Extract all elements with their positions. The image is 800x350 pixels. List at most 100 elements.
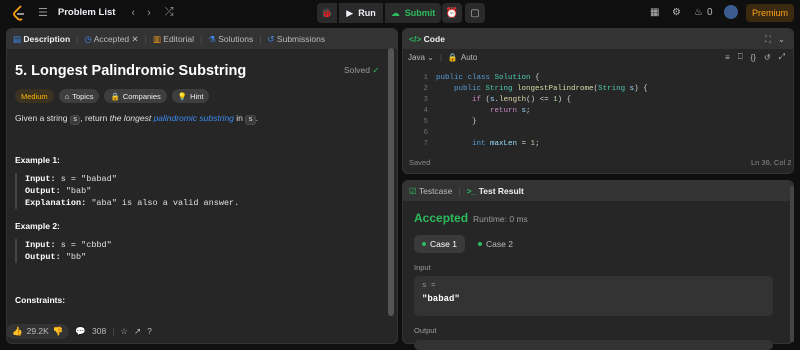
output-key: Output:	[25, 252, 61, 262]
lock-icon: 🔒	[110, 91, 120, 101]
help-icon[interactable]: ?	[147, 326, 152, 336]
reset-icon[interactable]: ↺	[764, 53, 771, 62]
input-key: Input:	[25, 174, 56, 184]
example-row: Output: "bab"	[25, 185, 397, 197]
shuffle-icon[interactable]: ⤮	[165, 6, 174, 19]
expand-icon[interactable]: ⤢	[779, 52, 785, 62]
gear-icon[interactable]: ⚙	[672, 7, 681, 18]
debug-button[interactable]: 🐞	[317, 3, 337, 23]
statement-text: , return	[80, 113, 110, 123]
language-select[interactable]: Java ⌄	[408, 53, 434, 62]
tab-code[interactable]: </> Code	[409, 34, 445, 44]
star-icon[interactable]: ☆	[120, 326, 128, 337]
inline-code: s	[69, 115, 81, 125]
check-circle-icon: ✓	[372, 65, 380, 75]
difficulty-badge: Medium	[15, 89, 54, 103]
param-name: s =	[422, 282, 436, 290]
code-line: int maxLen = 1;	[436, 140, 540, 148]
tab-editorial[interactable]: ▥ Editorial	[153, 34, 194, 45]
param-value: "babad"	[422, 294, 460, 304]
collapse-icon[interactable]: ⌄	[778, 34, 785, 45]
hint-tag[interactable]: 💡 Hint	[171, 89, 210, 103]
example-row: Explanation: "aba" is also a valid answe…	[25, 197, 397, 209]
tab-testcase-label: Testcase	[418, 185, 453, 196]
cursor-position: Ln 36, Col 2	[751, 158, 792, 167]
input-value-box: s = "babad"	[414, 276, 773, 316]
output-key: Output:	[25, 186, 61, 196]
input-label: Input	[414, 263, 431, 272]
pass-dot-icon	[422, 242, 426, 246]
description-tabs: ▤ Description | ◷ Accepted ✕ | ▥ Editori…	[7, 29, 397, 49]
braces-icon[interactable]: {}	[751, 53, 756, 62]
case-2-tab[interactable]: Case 2	[470, 235, 521, 253]
leetcode-logo-icon[interactable]	[12, 5, 26, 21]
alarm-icon[interactable]: ⏰	[442, 3, 462, 23]
palindromic-substring-link[interactable]: palindromic substring	[154, 113, 234, 123]
problem-list-nav[interactable]: ☰ Problem List ‹ › ⤮	[38, 6, 174, 19]
chevron-down-icon: ⌄	[427, 52, 434, 62]
input-value: s = "cbbd"	[55, 240, 112, 250]
statement-text: Given a string	[15, 113, 70, 123]
submit-button[interactable]: ☁ Submit	[385, 3, 441, 23]
result-tabs: ☑ Testcase | >_ Test Result	[403, 181, 793, 201]
close-icon[interactable]: ✕	[132, 34, 139, 44]
tab-solutions[interactable]: ⚗ Solutions	[208, 34, 253, 45]
tab-description[interactable]: ▤ Description	[13, 34, 70, 45]
statement-emphasis: the longest	[109, 113, 154, 123]
statement-text: in	[233, 113, 246, 123]
case-2-label: Case 2	[486, 239, 513, 249]
example-row: Input: s = "cbbd"	[25, 239, 397, 251]
result-scrollbar[interactable]	[790, 186, 794, 342]
companies-tag[interactable]: 🔒 Companies	[104, 89, 167, 103]
thumbs-up-icon[interactable]: 👍	[12, 326, 23, 337]
tab-testcase[interactable]: ☑ Testcase	[409, 186, 452, 197]
prev-problem-icon[interactable]: ‹	[131, 7, 135, 19]
premium-button[interactable]: Premium	[746, 4, 794, 22]
case-1-label: Case 1	[430, 239, 457, 249]
format-icon[interactable]: ≡	[725, 53, 730, 62]
streak-fire-icon[interactable]: ♨	[694, 7, 703, 18]
example-1: Input: s = "babad" Output: "bab" Explana…	[15, 173, 397, 209]
tab-accepted[interactable]: ◷ Accepted ✕	[84, 34, 138, 45]
next-problem-icon[interactable]: ›	[147, 7, 151, 19]
example-2-heading: Example 2:	[15, 221, 60, 231]
terminal-icon: >_	[466, 186, 477, 196]
bookmark-icon[interactable]: ⎕	[738, 52, 743, 62]
play-icon: ▶	[346, 7, 354, 18]
solved-label: Solved	[344, 65, 370, 75]
save-status: Saved	[409, 158, 431, 167]
document-icon: ▤	[13, 33, 22, 44]
run-button[interactable]: ▶ Run	[339, 3, 383, 23]
topics-tag[interactable]: ⌂ Topics	[58, 89, 100, 103]
pass-dot-icon	[478, 242, 482, 246]
autocomplete-mode[interactable]: Auto	[461, 53, 477, 62]
tab-accepted-label: Accepted	[93, 33, 130, 44]
example-row: Output: "bb"	[25, 251, 397, 263]
clock-icon: ◷	[84, 33, 92, 44]
comment-icon[interactable]: 💬	[75, 326, 86, 337]
description-scrollbar[interactable]	[388, 48, 394, 316]
avatar[interactable]	[724, 5, 738, 19]
example-2: Input: s = "cbbd" Output: "bb"	[15, 239, 397, 263]
thumbs-down-icon[interactable]: 👎	[53, 326, 64, 337]
problem-title[interactable]: 5. Longest Palindromic Substring	[15, 63, 397, 79]
tab-test-result[interactable]: >_ Test Result	[467, 186, 524, 196]
maximize-icon[interactable]: ⛶	[765, 34, 771, 45]
editor-toolbar: Java ⌄ | 🔒 Auto ≡ ⎕ {} ↺ ⤢	[408, 52, 785, 62]
flask-icon: ⚗	[208, 33, 216, 44]
case-1-tab[interactable]: Case 1	[414, 235, 465, 253]
run-label: Run	[358, 8, 376, 18]
inline-code: s	[245, 115, 256, 125]
tab-submissions[interactable]: ↺ Submissions	[267, 34, 325, 45]
layout-grid-icon[interactable]: ▦	[650, 7, 659, 18]
example-1-heading: Example 1:	[15, 155, 60, 165]
list-icon: ☰	[38, 7, 48, 19]
note-icon[interactable]: ▢	[465, 3, 485, 23]
explanation-value: "aba" is also a valid answer.	[86, 198, 240, 208]
example-row: Input: s = "babad"	[25, 173, 397, 185]
problem-list-label[interactable]: Problem List	[58, 7, 116, 18]
streak-count: 0	[707, 7, 713, 18]
share-icon[interactable]: ↗	[134, 326, 141, 337]
cloud-upload-icon: ☁	[390, 7, 400, 18]
code-editor[interactable]: 1 public class Solution { 2 public Strin…	[404, 68, 789, 148]
